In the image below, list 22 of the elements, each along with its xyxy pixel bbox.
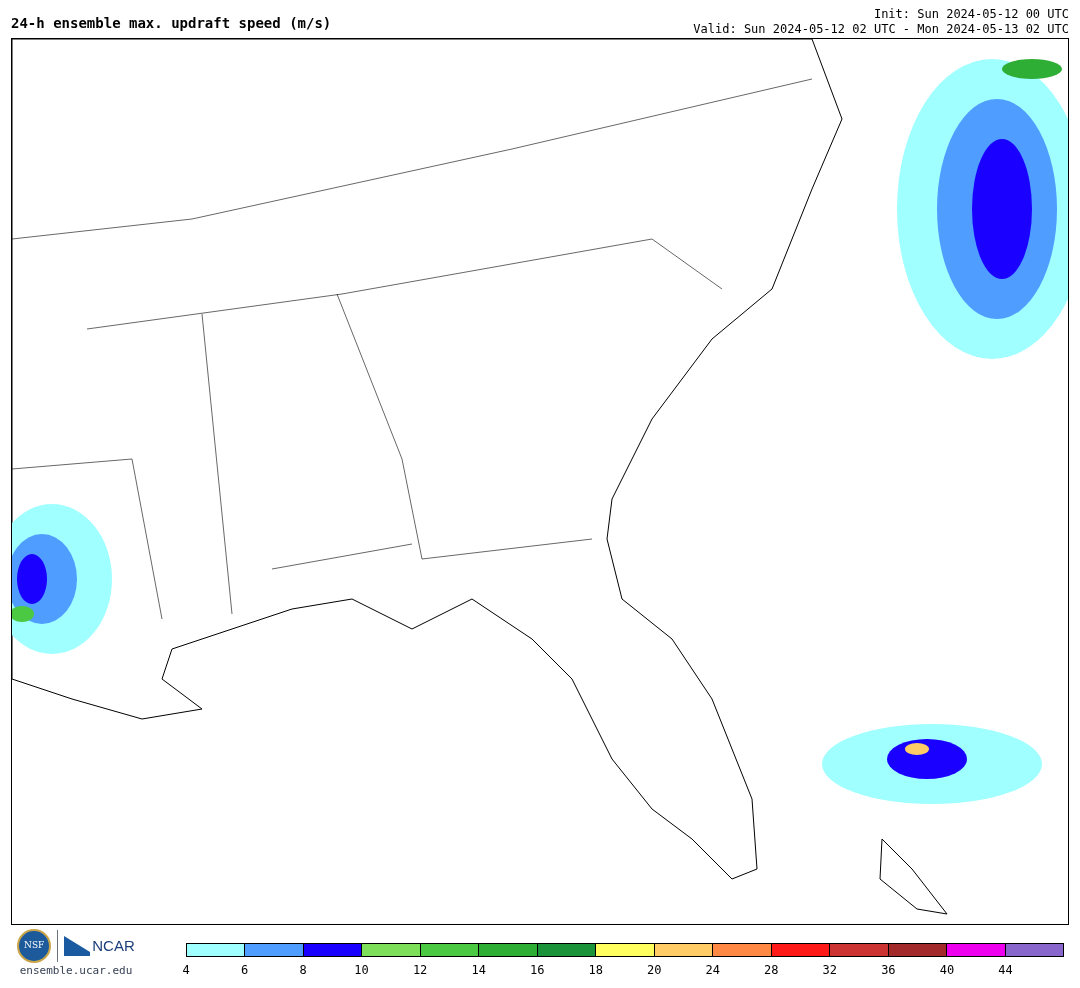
site-url: ensemble.ucar.edu — [19, 963, 133, 979]
init-time: Init: Sun 2024-05-12 00 UTC — [873, 7, 1069, 22]
valid-time: Valid: Sun 2024-05-12 02 UTC - Mon 2024-05-13 02 UTC — [693, 22, 1069, 37]
colorbar-tick-label: 6 — [240, 962, 249, 979]
colorbar-tick-label: 10 — [354, 962, 369, 979]
colorbar-tick-label: 24 — [705, 962, 720, 979]
colorbar-tick-label: 12 — [412, 962, 428, 979]
colorbar-tick-label: 28 — [764, 962, 779, 979]
colorbar-tick-label: 44 — [998, 962, 1013, 979]
colorbar-tick-label: 18 — [588, 962, 603, 979]
colorbar-tick-label: 16 — [529, 962, 545, 979]
colorbar-tick-label: 20 — [647, 962, 662, 979]
ncar-logo-icon — [64, 936, 91, 956]
nsf-logo: NSF — [17, 929, 52, 963]
colorbar-tick-label: 4 — [182, 962, 190, 979]
colorbar-tick-label: 36 — [881, 962, 896, 979]
ncar-logo-text: NCAR — [92, 935, 135, 956]
chart-title: 24-h ensemble max. updraft speed (m/s) — [11, 14, 332, 33]
colorbar-tick-label: 40 — [939, 962, 955, 979]
colorbar-tick-label: 8 — [299, 962, 307, 979]
colorbar-tick-label: 14 — [471, 962, 486, 979]
colorbar-tick-label: 32 — [822, 962, 838, 979]
